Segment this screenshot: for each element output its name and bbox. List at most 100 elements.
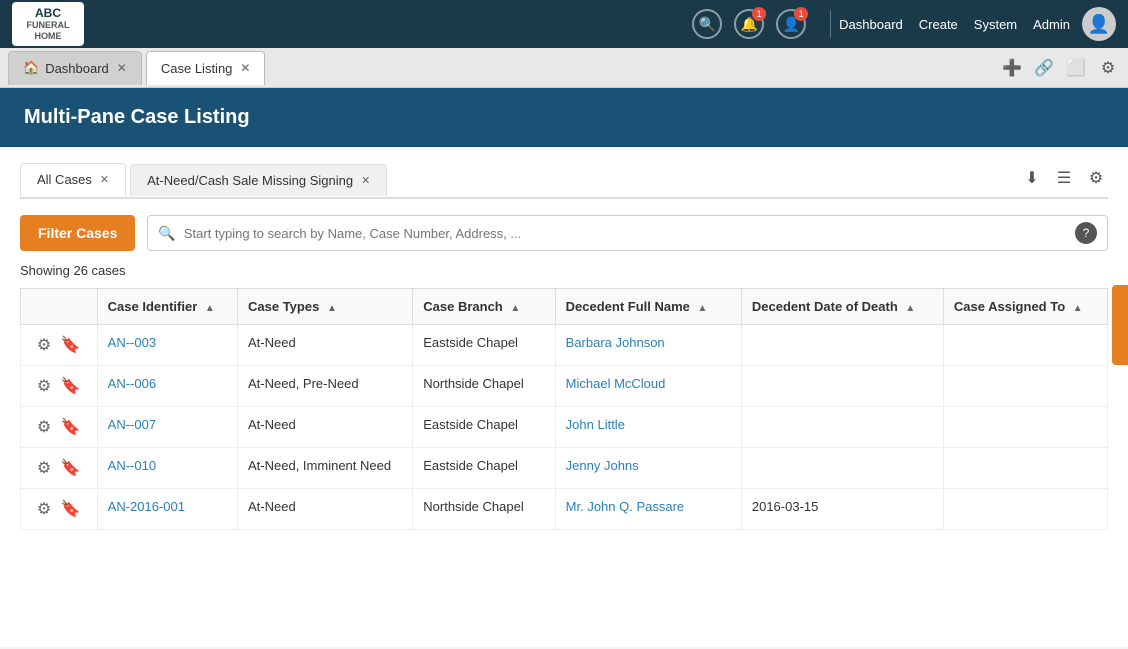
- case-branch-text: Eastside Chapel: [423, 417, 518, 432]
- table-row: ⚙ 🔖 AN--003 At-Need Eastside Chapel Barb…: [21, 325, 1108, 366]
- inner-tab-all-cases[interactable]: All Cases ✕: [20, 163, 126, 197]
- cell-identifier: AN--010: [97, 448, 237, 489]
- row-gear-icon[interactable]: ⚙: [37, 417, 51, 437]
- branch-sort-icon[interactable]: ▲: [510, 303, 520, 314]
- cell-identifier: AN-2016-001: [97, 489, 237, 530]
- filter-row: Filter Cases 🔍 ?: [20, 215, 1108, 251]
- cell-dod: 2016-03-15: [741, 489, 943, 530]
- showing-count: Showing 26 cases: [20, 263, 1108, 278]
- row-bookmark-icon[interactable]: 🔖: [61, 499, 81, 519]
- add-pane-icon[interactable]: ➕: [1000, 56, 1024, 80]
- cell-branch: Eastside Chapel: [413, 448, 555, 489]
- user-circle-icon-btn[interactable]: 👤 1: [776, 9, 806, 39]
- types-sort-icon[interactable]: ▲: [327, 303, 337, 314]
- case-branch-text: Northside Chapel: [423, 499, 523, 514]
- nav-link-dashboard[interactable]: Dashboard: [839, 17, 903, 32]
- nav-link-create[interactable]: Create: [919, 17, 958, 32]
- search-icon-btn[interactable]: 🔍: [692, 9, 722, 39]
- col-header-branch[interactable]: Case Branch ▲: [413, 289, 555, 325]
- case-branch-text: Eastside Chapel: [423, 458, 518, 473]
- case-types-text: At-Need, Pre-Need: [248, 376, 359, 391]
- case-types-text: At-Need: [248, 417, 296, 432]
- tab-case-listing[interactable]: Case Listing ✕: [146, 51, 266, 85]
- window-icon[interactable]: ⬜: [1064, 56, 1088, 80]
- row-gear-icon[interactable]: ⚙: [37, 335, 51, 355]
- case-types-text: At-Need, Imminent Need: [248, 458, 391, 473]
- tab-dashboard-close[interactable]: ✕: [117, 61, 127, 75]
- page-header: Multi-Pane Case Listing: [0, 88, 1128, 147]
- search-wrapper: 🔍 ?: [147, 215, 1108, 251]
- case-identifier-link[interactable]: AN--006: [108, 376, 156, 391]
- cell-decedent: Michael McCloud: [555, 366, 741, 407]
- cases-table-container[interactable]: Case Identifier ▲ Case Types ▲ Case Bran…: [20, 288, 1108, 530]
- cell-decedent: John Little: [555, 407, 741, 448]
- col-header-types[interactable]: Case Types ▲: [238, 289, 413, 325]
- assigned-sort-icon[interactable]: ▲: [1073, 303, 1083, 314]
- cases-tbody: ⚙ 🔖 AN--003 At-Need Eastside Chapel Barb…: [21, 325, 1108, 530]
- cell-branch: Eastside Chapel: [413, 325, 555, 366]
- dod-sort-icon[interactable]: ▲: [905, 303, 915, 314]
- logo-line1: ABC: [20, 6, 76, 20]
- dod-text: 2016-03-15: [752, 499, 819, 514]
- col-header-types-label: Case Types: [248, 299, 319, 314]
- inner-tab-missing-signing[interactable]: At-Need/Cash Sale Missing Signing ✕: [130, 164, 387, 196]
- tab-case-listing-label: Case Listing: [161, 61, 233, 76]
- avatar[interactable]: 👤: [1082, 7, 1116, 41]
- row-actions-cell: ⚙ 🔖: [21, 448, 98, 489]
- case-identifier-link[interactable]: AN-2016-001: [108, 499, 185, 514]
- col-header-assigned[interactable]: Case Assigned To ▲: [943, 289, 1107, 325]
- col-header-dod-label: Decedent Date of Death: [752, 299, 898, 314]
- case-identifier-link[interactable]: AN--010: [108, 458, 156, 473]
- table-header: Case Identifier ▲ Case Types ▲ Case Bran…: [21, 289, 1108, 325]
- row-gear-icon[interactable]: ⚙: [37, 458, 51, 478]
- col-header-decedent[interactable]: Decedent Full Name ▲: [555, 289, 741, 325]
- decedent-name-link[interactable]: Mr. John Q. Passare: [566, 499, 685, 514]
- filter-cases-button[interactable]: Filter Cases: [20, 215, 135, 251]
- cell-branch: Eastside Chapel: [413, 407, 555, 448]
- search-help-icon[interactable]: ?: [1075, 222, 1097, 244]
- col-header-decedent-label: Decedent Full Name: [566, 299, 690, 314]
- decedent-name-link[interactable]: Barbara Johnson: [566, 335, 665, 350]
- nav-divider: [830, 10, 831, 38]
- row-bookmark-icon[interactable]: 🔖: [61, 458, 81, 478]
- cell-branch: Northside Chapel: [413, 366, 555, 407]
- bell-icon-btn[interactable]: 🔔 1: [734, 9, 764, 39]
- tab-dashboard[interactable]: 🏠 Dashboard ✕: [8, 51, 142, 85]
- cell-types: At-Need, Pre-Need: [238, 366, 413, 407]
- decedent-sort-icon[interactable]: ▲: [698, 303, 708, 314]
- tab-case-listing-close[interactable]: ✕: [240, 61, 250, 75]
- col-header-identifier[interactable]: Case Identifier ▲: [97, 289, 237, 325]
- inner-settings-icon[interactable]: ⚙: [1084, 166, 1108, 190]
- row-actions-cell: ⚙ 🔖: [21, 366, 98, 407]
- table-row: ⚙ 🔖 AN--007 At-Need Eastside Chapel John…: [21, 407, 1108, 448]
- orange-side-tab[interactable]: [1112, 285, 1128, 365]
- row-bookmark-icon[interactable]: 🔖: [61, 335, 81, 355]
- col-header-branch-label: Case Branch: [423, 299, 502, 314]
- decedent-name-link[interactable]: John Little: [566, 417, 625, 432]
- cell-assigned: [943, 407, 1107, 448]
- link-icon[interactable]: 🔗: [1032, 56, 1056, 80]
- cell-identifier: AN--007: [97, 407, 237, 448]
- nav-link-admin[interactable]: Admin: [1033, 17, 1070, 32]
- col-header-actions: [21, 289, 98, 325]
- col-header-assigned-label: Case Assigned To: [954, 299, 1065, 314]
- case-types-text: At-Need: [248, 499, 296, 514]
- cell-types: At-Need: [238, 489, 413, 530]
- download-icon[interactable]: ⬇: [1020, 166, 1044, 190]
- case-identifier-link[interactable]: AN--003: [108, 335, 156, 350]
- columns-icon[interactable]: ☰: [1052, 166, 1076, 190]
- row-gear-icon[interactable]: ⚙: [37, 376, 51, 396]
- settings-icon[interactable]: ⚙: [1096, 56, 1120, 80]
- decedent-name-link[interactable]: Jenny Johns: [566, 458, 639, 473]
- nav-link-system[interactable]: System: [974, 17, 1017, 32]
- row-bookmark-icon[interactable]: 🔖: [61, 417, 81, 437]
- inner-tab-missing-signing-close[interactable]: ✕: [361, 174, 370, 187]
- row-gear-icon[interactable]: ⚙: [37, 499, 51, 519]
- decedent-name-link[interactable]: Michael McCloud: [566, 376, 666, 391]
- inner-tab-all-cases-close[interactable]: ✕: [100, 173, 109, 186]
- col-header-dod[interactable]: Decedent Date of Death ▲: [741, 289, 943, 325]
- case-identifier-link[interactable]: AN--007: [108, 417, 156, 432]
- identifier-sort-icon[interactable]: ▲: [205, 303, 215, 314]
- row-bookmark-icon[interactable]: 🔖: [61, 376, 81, 396]
- search-input[interactable]: [184, 226, 1067, 241]
